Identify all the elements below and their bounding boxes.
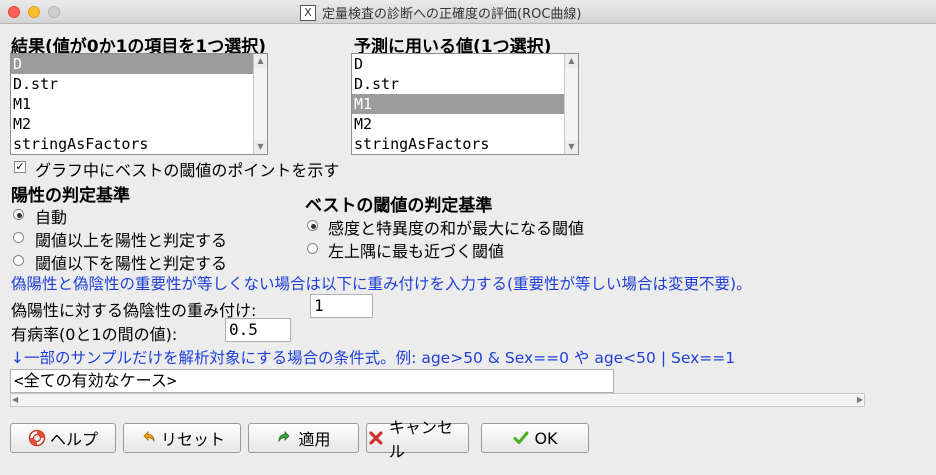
reset-button[interactable]: リセット [123, 423, 241, 453]
apply-button-label: 適用 [298, 430, 331, 449]
scroll-up-icon[interactable]: ▲ [565, 54, 578, 68]
list-item[interactable]: D [352, 54, 564, 74]
weight-input[interactable]: 1 [310, 294, 373, 318]
cross-icon [369, 431, 383, 445]
predictor-scrollbar[interactable]: ▲ ▼ [564, 54, 578, 154]
radio-below-threshold-label[interactable]: 閾値以下を陽性と判定する [35, 250, 227, 274]
list-item[interactable]: M1 [11, 94, 253, 114]
list-item[interactable]: M2 [352, 114, 564, 134]
minimize-window-button[interactable] [28, 6, 40, 18]
subset-hscrollbar[interactable]: ◀ ▶ [10, 393, 865, 407]
scroll-down-icon[interactable]: ▼ [565, 140, 578, 154]
ok-button-label: OK [534, 428, 558, 448]
ok-button[interactable]: OK [481, 423, 589, 453]
radio-max-sum[interactable] [307, 220, 318, 231]
weight-note: 偽陽性と偽陰性の重要性が等しくない場合は以下に重み付けを入力する(重要性が等しい… [11, 275, 752, 293]
radio-above-threshold-label[interactable]: 閾値以上を陽性と判定する [35, 227, 227, 251]
list-item[interactable]: stringAsFactors [352, 134, 564, 154]
checkmark-icon [513, 431, 529, 444]
list-item[interactable]: M1 [352, 94, 564, 114]
window-title-text: 定量検査の診断への正確度の評価(ROC曲線) [322, 7, 582, 22]
close-window-button[interactable] [8, 6, 20, 18]
list-item[interactable]: stringAsFactors [11, 134, 253, 154]
predictor-listbox[interactable]: D D.str M1 M2 stringAsFactors ▲ ▼ [351, 53, 579, 155]
reset-button-label: リセット [160, 430, 225, 449]
apply-button[interactable]: 適用 [248, 423, 359, 453]
radio-closest-topleft[interactable] [307, 243, 318, 254]
app-icon: X [300, 4, 316, 21]
list-item[interactable]: D.str [352, 74, 564, 94]
radio-auto[interactable] [13, 209, 24, 220]
outcome-scrollbar[interactable]: ▲ ▼ [253, 54, 267, 154]
cancel-button[interactable]: キャンセル [366, 418, 469, 461]
radio-max-sum-label[interactable]: 感度と特異度の和が最大になる閾値 [328, 215, 584, 239]
best-point-checkbox[interactable]: ✓ [14, 161, 26, 173]
list-item[interactable]: M2 [11, 114, 253, 134]
window-title: X 定量検査の診断への正確度の評価(ROC曲線) [300, 3, 582, 22]
best-criterion-label: ベストの閾値の判定基準 [305, 196, 493, 216]
predictor-list-items: D D.str M1 M2 stringAsFactors [352, 54, 564, 154]
zoom-window-button[interactable] [48, 6, 60, 18]
radio-below-threshold[interactable] [13, 255, 24, 266]
outcome-listbox[interactable]: D D.str M1 M2 stringAsFactors ▲ ▼ [10, 53, 268, 155]
scroll-right-icon[interactable]: ▶ [857, 394, 863, 406]
radio-closest-topleft-label[interactable]: 左上隅に最も近づく閾値 [328, 238, 504, 262]
scroll-down-icon[interactable]: ▼ [254, 140, 267, 154]
cancel-button-label: キャンセル [388, 418, 453, 461]
positive-criterion-label: 陽性の判定基準 [11, 186, 130, 206]
title-bar: X 定量検査の診断への正確度の評価(ROC曲線) [0, 0, 936, 24]
subset-note: ↓一部のサンプルだけを解析対象にする場合の条件式。例: age>50 & Sex… [11, 349, 736, 367]
radio-auto-label[interactable]: 自動 [35, 204, 67, 228]
list-item[interactable]: D [11, 54, 253, 74]
undo-arrow-icon [143, 431, 155, 443]
prevalence-label: 有病率(0と1の間の値): [11, 325, 178, 344]
best-point-label[interactable]: グラフ中にベストの閾値のポイントを示す [35, 157, 339, 181]
scroll-up-icon[interactable]: ▲ [254, 54, 267, 68]
list-item[interactable]: D.str [11, 74, 253, 94]
radio-above-threshold[interactable] [13, 232, 24, 243]
help-button[interactable]: ヘルプ [10, 423, 116, 453]
help-button-label: ヘルプ [49, 430, 98, 449]
scroll-left-icon[interactable]: ◀ [12, 394, 18, 406]
weight-label: 偽陽性に対する偽陰性の重み付け: [11, 301, 257, 320]
redo-arrow-icon [279, 431, 291, 443]
prevalence-input[interactable]: 0.5 [225, 318, 291, 342]
outcome-list-items: D D.str M1 M2 stringAsFactors [11, 54, 253, 154]
lifebuoy-icon [28, 429, 46, 447]
subset-input[interactable]: <全ての有効なケース> [10, 369, 614, 393]
